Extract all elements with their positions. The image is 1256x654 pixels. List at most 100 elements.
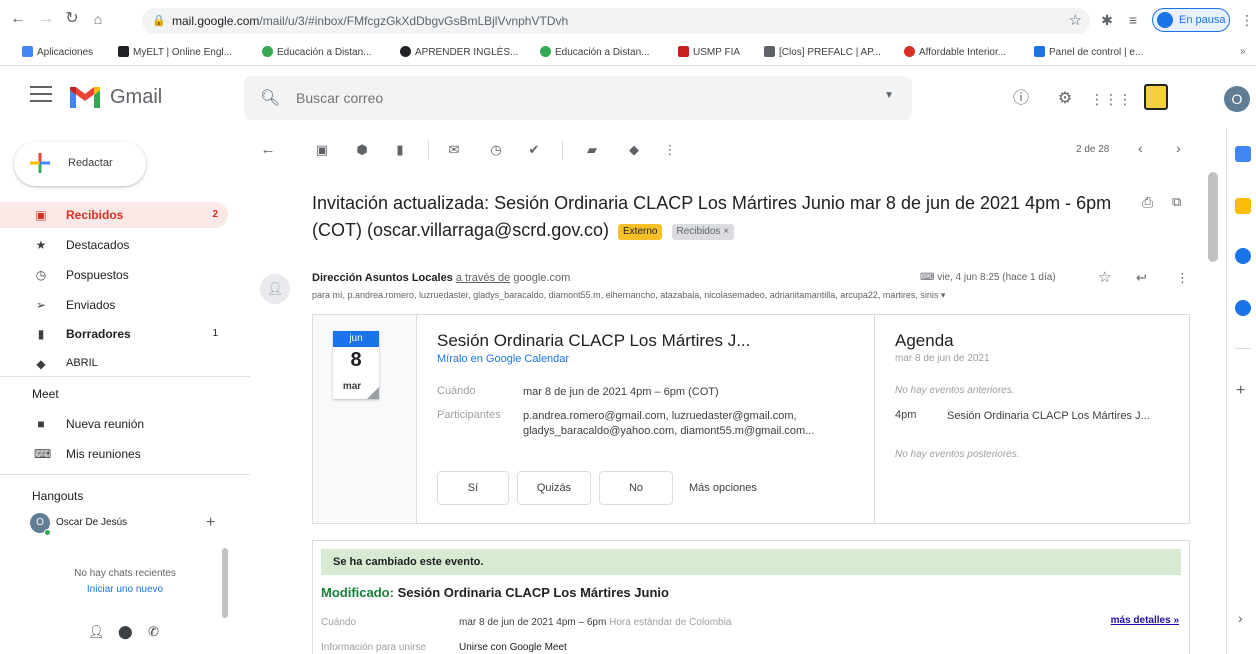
contacts-app-icon[interactable]	[1235, 300, 1251, 316]
bookmark-favicon-icon	[904, 46, 915, 57]
bookmark-star-icon[interactable]: ☆	[1069, 11, 1082, 29]
add-chat-plus-icon[interactable]: +	[206, 514, 215, 532]
reading-list-icon[interactable]: ≡	[1124, 11, 1142, 29]
view-in-calendar-link[interactable]: Míralo en Google Calendar	[437, 353, 569, 365]
move-to-folder-icon[interactable]: ▰	[584, 142, 600, 158]
hangouts-chat-icon[interactable]: ⬤	[118, 624, 133, 640]
bookmark-educacion-2[interactable]: Educación a Distan...	[540, 46, 650, 58]
browser-menu-icon[interactable]: ⋮	[1238, 11, 1256, 29]
join-meet-link[interactable]: Unirse con Google Meet	[459, 642, 567, 653]
phone-icon[interactable]: ✆	[148, 624, 159, 640]
previous-chevron-icon[interactable]: ‹	[1138, 140, 1143, 156]
via-link[interactable]: a través de	[456, 272, 510, 284]
bookmark-myelt[interactable]: MyELT | Online Engl...	[118, 46, 232, 58]
rsvp-more-options-button[interactable]: Más opciones	[689, 482, 757, 494]
add-to-tasks-icon[interactable]: ✔	[526, 142, 542, 158]
sidebar-item-borradores[interactable]: ▮ Borradores 1	[0, 321, 228, 347]
sidebar-item-enviados[interactable]: ➢ Enviados	[0, 292, 228, 318]
recipients-list[interactable]: para mí, p.andrea.romero, luzruedaster, …	[312, 290, 1142, 301]
home-icon[interactable]: ⌂	[88, 9, 108, 29]
main-menu-icon[interactable]	[30, 86, 52, 104]
add-addons-plus-icon[interactable]: +	[1236, 382, 1245, 400]
hangouts-user-name[interactable]: Oscar De Jesús	[56, 517, 127, 528]
profile-paused-button[interactable]: En pausa	[1152, 8, 1230, 32]
rsvp-maybe-button[interactable]: Quizás	[517, 471, 591, 505]
when-time: mar 8 de jun de 2021 4pm – 6pm	[459, 617, 607, 628]
start-new-chat-link[interactable]: Iniciar uno nuevo	[0, 584, 250, 595]
print-icon[interactable]: ⎙	[1142, 194, 1153, 211]
settings-gear-icon[interactable]: ⚙	[1054, 88, 1076, 110]
contacts-person-icon[interactable]: 👤︎	[88, 624, 105, 640]
when-label: Cuándo	[437, 385, 476, 397]
inbox-label-chip[interactable]: Recibidos ×	[671, 224, 735, 240]
sidebar-item-pospuestos[interactable]: ◷ Pospuestos	[0, 262, 228, 288]
bookmark-affordable-interior[interactable]: Affordable Interior...	[904, 46, 1006, 58]
label-tag-icon[interactable]: ◆	[626, 142, 642, 158]
help-icon[interactable]: ⓘ	[1010, 88, 1032, 110]
meet-new-meeting[interactable]: ■ Nueva reunión	[0, 411, 228, 437]
keep-app-icon[interactable]	[1235, 198, 1251, 214]
compose-button[interactable]: Redactar	[14, 142, 146, 186]
extension-puzzle-icon[interactable]: ✱	[1098, 11, 1116, 29]
more-options-icon[interactable]: ⋮	[662, 142, 678, 158]
expand-panel-chevron-icon[interactable]: ›	[1238, 610, 1243, 626]
rsvp-no-button[interactable]: No	[599, 471, 673, 505]
sender-avatar[interactable]: 👤︎	[260, 274, 290, 304]
inbox-icon: ▣	[35, 208, 47, 222]
gmail-logo-icon[interactable]	[68, 84, 102, 110]
sidebar-item-destacados[interactable]: ★ Destacados	[0, 232, 228, 258]
search-icon[interactable]: 🔍︎	[260, 88, 280, 108]
calendar-day: 8	[350, 349, 362, 371]
snooze-clock-icon[interactable]: ◷	[488, 142, 504, 158]
agenda-event-name[interactable]: Sesión Ordinaria CLACP Los Mártires J...	[947, 409, 1177, 424]
apps-grid-icon[interactable]: ⋮⋮⋮	[1090, 88, 1132, 110]
address-bar[interactable]: 🔒 mail.google.com/mail/u/3/#inbox/FMfcgz…	[142, 8, 1090, 34]
organization-logo-icon[interactable]	[1144, 84, 1168, 110]
calendar-app-icon[interactable]	[1235, 146, 1251, 162]
reply-arrow-icon[interactable]: ↩	[1136, 270, 1147, 286]
sidebar-item-label: ABRIL	[66, 357, 98, 369]
gmail-wordmark[interactable]: Gmail	[110, 86, 162, 109]
next-chevron-icon[interactable]: ›	[1176, 140, 1181, 156]
bookmark-panel-control[interactable]: Panel de control | e...	[1034, 46, 1143, 58]
sender-name[interactable]: Dirección Asuntos Locales	[312, 272, 453, 284]
account-avatar[interactable]: O	[1224, 86, 1250, 112]
back-arrow-icon[interactable]: ←	[8, 9, 28, 29]
bookmark-aprender-ingles[interactable]: APRENDER INGLÉS...	[400, 46, 518, 58]
open-new-window-icon[interactable]: ⧉	[1172, 194, 1181, 210]
sidebar-item-recibidos[interactable]: ▣ Recibidos 2	[0, 202, 228, 228]
rsvp-yes-button[interactable]: Sí	[437, 471, 509, 505]
report-spam-icon[interactable]: ⬢	[354, 142, 370, 158]
reload-icon[interactable]: ↻	[62, 9, 82, 29]
search-options-caret-icon[interactable]: ▼	[884, 90, 894, 101]
search-bar[interactable]: 🔍︎ ▼	[244, 76, 912, 120]
sidebar-item-label: Pospuestos	[66, 268, 129, 282]
bookmark-apps[interactable]: Aplicaciones	[22, 46, 93, 58]
more-details-link[interactable]: más detalles »	[1111, 615, 1179, 626]
more-bookmarks-icon[interactable]: »	[1240, 46, 1246, 57]
meet-my-meetings[interactable]: ⌨ Mis reuniones	[0, 441, 228, 467]
banner-text: Se ha cambiado este evento.	[333, 556, 484, 568]
tasks-app-icon[interactable]	[1235, 248, 1251, 264]
compose-label: Redactar	[68, 157, 113, 169]
search-input[interactable]	[296, 88, 856, 108]
forward-arrow-icon[interactable]: →	[36, 9, 56, 29]
draft-count: 1	[212, 328, 218, 339]
event-title: Sesión Ordinaria CLACP Los Mártires J...	[437, 331, 751, 350]
sidebar-item-abril[interactable]: ◆ ABRIL	[0, 351, 228, 377]
bookmark-usmp-fia[interactable]: USMP FIA	[678, 46, 740, 58]
delete-trash-icon[interactable]: ▮	[392, 142, 408, 158]
bookmark-favicon-icon	[262, 46, 273, 57]
sidebar-scrollbar[interactable]	[222, 548, 228, 618]
bookmark-favicon-icon	[1034, 46, 1045, 57]
lock-icon[interactable]: 🔒	[152, 14, 166, 28]
bookmark-educacion-1[interactable]: Educación a Distan...	[262, 46, 372, 58]
star-message-icon[interactable]: ☆	[1098, 268, 1111, 286]
message-more-icon[interactable]: ⋮	[1176, 270, 1189, 286]
bookmark-prefalc[interactable]: [Clos] PREFALC | AP...	[764, 46, 881, 58]
agenda-panel: Agenda mar 8 de jun de 2021 No hay event…	[874, 315, 1190, 523]
main-scrollbar[interactable]	[1208, 172, 1218, 262]
archive-icon[interactable]: ▣	[314, 142, 330, 158]
mark-unread-icon[interactable]: ✉	[446, 142, 462, 158]
back-to-inbox-arrow-icon[interactable]: ←	[260, 142, 276, 158]
